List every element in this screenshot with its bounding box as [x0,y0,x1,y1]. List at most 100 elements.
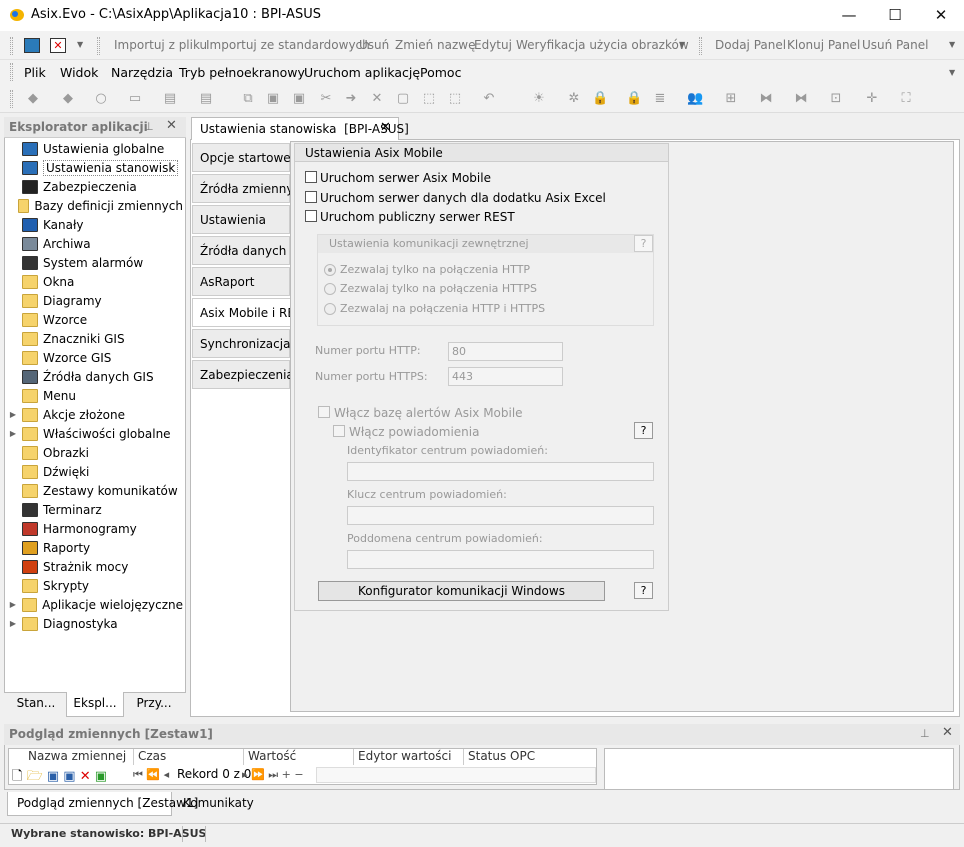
lock-icon[interactable]: 🔒 [592,91,608,107]
settings-tab[interactable]: Zabezpieczenia [192,360,294,389]
shape-tool-icon[interactable]: ◆ [25,91,41,107]
toolbar-grip[interactable] [97,37,100,55]
tree-item[interactable]: System alarmów [7,253,183,272]
verify-images-button[interactable]: Weryfikacja użycia obrazków [516,38,689,52]
column-header[interactable]: Edytor wartości [354,749,464,765]
refresh-icon[interactable]: ▣ [95,769,107,784]
menu-overflow-icon[interactable]: ▼ [949,68,955,77]
settings-tab[interactable]: Źródła danych [192,236,290,265]
tab-explorer[interactable]: Ekspl... [66,692,124,717]
add-record-icon[interactable]: + [282,768,291,781]
layers-order-icon[interactable]: ≣ [652,91,668,107]
tree-item[interactable]: ▶ Właściwości globalne [7,424,183,443]
undo-icon[interactable]: ↶ [481,91,497,107]
tree-item[interactable]: Obrazki [7,443,183,462]
maximize-button[interactable]: ☐ [872,0,918,31]
save-all-icon[interactable]: ▣ [63,769,75,784]
select-icon[interactable]: ⬚ [421,91,437,107]
monitor-icon[interactable] [24,38,40,53]
radio-http[interactable] [324,264,336,276]
tree-item[interactable]: Terminarz [7,500,183,519]
pin-icon[interactable]: ⊥ [144,120,154,133]
menu-grip[interactable] [10,63,13,81]
tab-properties[interactable]: Przy... [125,692,183,717]
frame-icon[interactable]: ▢ [395,91,411,107]
tree-item[interactable]: Skrypty [7,576,183,595]
add-panel-button[interactable]: Dodaj Panel [715,38,786,52]
value-editor-box[interactable] [604,748,954,790]
stack-icon[interactable]: ▤ [162,91,178,107]
tree-item[interactable]: Wzorce [7,310,183,329]
tree-item[interactable]: Zestawy komunikatów [7,481,183,500]
settings-tab[interactable]: Asix Mobile i REST [192,298,310,327]
close-panel-icon[interactable]: ✕ [942,725,953,740]
fit-screen-icon[interactable]: ⛶ [898,91,914,107]
document-tab[interactable]: Ustawienia stanowiska [BPI-ASUS] ✕ [191,117,409,140]
rest-server-checkbox[interactable] [305,210,317,222]
delete-icon[interactable]: ✕ [369,91,385,107]
last-record-icon[interactable]: ⏭ [268,768,278,781]
toolbar-dropdown-icon[interactable]: ▼ [77,40,83,49]
radio-both[interactable] [324,303,336,315]
tree-item[interactable]: ▶ Diagnostyka [7,614,183,633]
users-icon[interactable]: 👥 [687,91,703,107]
tree-item[interactable]: Diagramy [7,291,183,310]
notify-help-button[interactable]: ? [634,422,653,439]
snap-icon[interactable]: ✛ [864,91,880,107]
toolbar-grip[interactable] [699,37,702,55]
tree-item[interactable]: Zabezpieczenia [7,177,183,196]
menu-help[interactable]: Pomoc [420,65,461,80]
subdomain-input[interactable] [347,550,654,569]
hub-id-input[interactable] [347,462,654,481]
import-file-button[interactable]: Importuj z pliku [114,38,207,52]
cut-icon[interactable]: ✂ [318,91,334,107]
toolbar-grip[interactable] [10,37,13,55]
import-standard-button[interactable]: Importuj ze standardowych [206,38,370,52]
paste-special-icon[interactable]: ▣ [291,91,307,107]
expand-arrow-icon[interactable]: ▶ [7,600,19,609]
close-tab-icon[interactable]: ✕ [380,120,391,135]
remove-panel-button[interactable]: Usuń Panel [862,38,928,52]
menu-fullscreen[interactable]: Tryb pełnoekranowy [179,65,305,80]
shape-alt-icon[interactable]: ◆ [60,91,76,107]
menu-run[interactable]: Uruchom aplikację [304,65,420,80]
open-folder-icon[interactable]: 🗁 [27,769,43,784]
alerts-checkbox[interactable] [318,406,330,418]
tree-item[interactable]: Strażnik mocy [7,557,183,576]
https-port-input[interactable]: 443 [448,367,563,386]
column-header[interactable]: Wartość [244,749,354,765]
hub-key-input[interactable] [347,506,654,525]
padlock-icon[interactable]: 🔒 [626,91,642,107]
stack-alt-icon[interactable]: ▤ [198,91,214,107]
new-file-icon[interactable]: 🗋 [12,769,22,784]
remove-record-icon[interactable]: − [294,768,303,781]
expand-arrow-icon[interactable]: ▶ [7,619,19,628]
tree-item[interactable]: Kanały [7,215,183,234]
tab-messages[interactable]: Komunikaty [183,796,254,810]
settings-tab[interactable]: Opcje startowe [192,143,291,172]
configurator-help-button[interactable]: ? [634,582,653,599]
radio-https[interactable] [324,283,336,295]
external-comm-help-button[interactable]: ? [634,235,653,252]
http-port-input[interactable]: 80 [448,342,563,361]
tree-item[interactable]: Okna [7,272,183,291]
tree-item[interactable]: Ustawienia stanowisk [7,158,183,177]
stop-icon[interactable]: ✕ [50,38,66,53]
toolbar-dropdown-icon[interactable]: ▼ [949,40,955,49]
rename-button[interactable]: Zmień nazwę [395,38,476,52]
expand-arrow-icon[interactable]: ▶ [7,429,19,438]
prev-page-icon[interactable]: ⏪ [146,768,160,781]
paste-icon[interactable]: ▣ [265,91,281,107]
menu-tools[interactable]: Narzędzia [111,65,173,80]
flip-icon[interactable]: ⧓ [758,91,774,107]
mirror-icon[interactable]: ⧓ [793,91,809,107]
menu-file[interactable]: Plik [24,65,46,80]
delete-button[interactable]: Usuń [359,38,389,52]
tree-item[interactable]: Źródła danych GIS [7,367,183,386]
menu-view[interactable]: Widok [60,65,98,80]
settings-tab[interactable]: Źródła zmiennych [192,174,308,203]
copy-icon[interactable]: ⧉ [240,91,256,107]
tree-item[interactable]: Znaczniki GIS [7,329,183,348]
next-record-icon[interactable]: ▸ [242,768,248,781]
tab-stations[interactable]: Stan... [6,692,66,717]
